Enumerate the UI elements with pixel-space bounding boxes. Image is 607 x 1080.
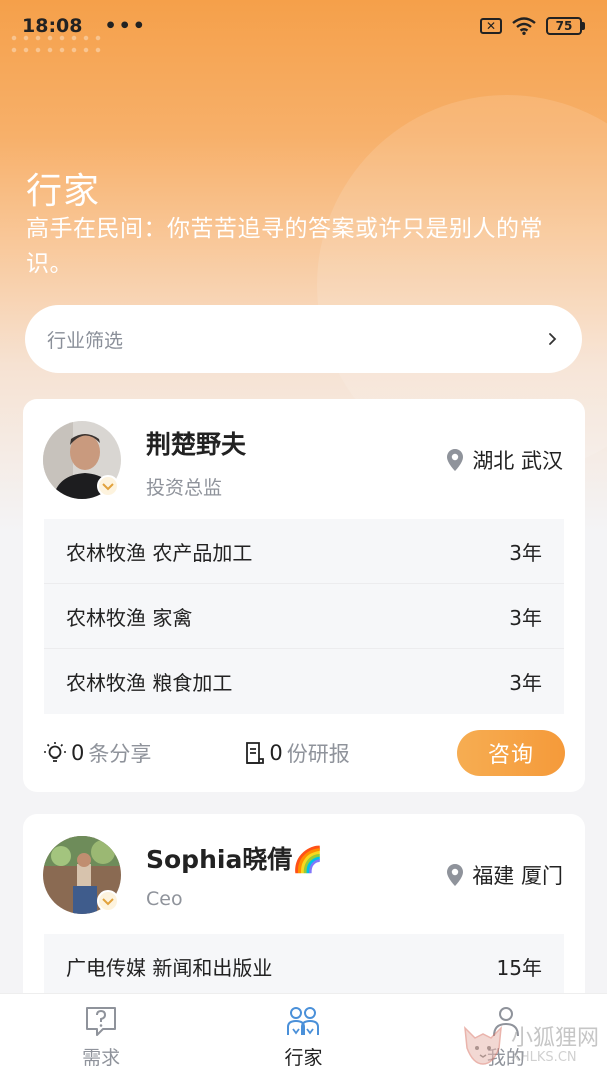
industry-list: 农林牧渔 农产品加工 3年 农林牧渔 家禽 3年 农林牧渔 粮食加工 3年: [44, 519, 564, 714]
shares-unit: 条分享: [88, 742, 152, 766]
industry-name: 广电传媒 新闻和出版业: [66, 956, 273, 980]
location-text: 湖北 武汉: [472, 449, 563, 473]
watermark-text: 小狐狸网: [510, 1025, 599, 1051]
industry-row: 农林牧渔 粮食加工 3年: [44, 649, 564, 714]
industry-row: 农林牧渔 农产品加工 3年: [44, 519, 564, 584]
industry-name: 农林牧渔 农产品加工: [66, 540, 253, 565]
location-pin-icon: [447, 864, 464, 886]
industry-name: 农林牧渔 粮食加工: [66, 671, 233, 695]
reports-stat[interactable]: 0 份研报: [243, 738, 350, 768]
watermark-sub: XHLKS.CN: [510, 1049, 577, 1065]
industry-name: 农林牧渔 家禽: [66, 605, 193, 630]
lightbulb-icon: [44, 742, 66, 762]
expert-role: 投资总监: [146, 477, 223, 499]
status-time: 18:08: [22, 15, 83, 37]
expert-role: Ceo: [146, 888, 183, 910]
status-more-icon: •••: [104, 15, 147, 37]
battery-icon: 75: [546, 17, 585, 35]
reports-count: 0: [269, 741, 283, 765]
watermark: 小狐狸网 XHLKS.CN: [461, 1024, 599, 1068]
verified-badge-icon: [97, 475, 119, 497]
industry-row: 农林牧渔 家禽 3年: [44, 584, 564, 649]
industry-years: 15年: [496, 956, 542, 980]
fox-logo-icon: [464, 1025, 502, 1065]
industry-row: 广电传媒 新闻和出版业 15年: [44, 934, 564, 999]
tab-label: 需求: [82, 1046, 121, 1069]
chevron-right-icon: [549, 333, 557, 345]
expert-name: Sophia晓倩🌈: [146, 845, 324, 874]
tab-demand[interactable]: 需求: [0, 994, 202, 1080]
tab-label: 行家: [284, 1046, 323, 1069]
industry-years: 3年: [509, 671, 542, 695]
industry-years: 3年: [509, 540, 542, 565]
expert-card[interactable]: 荆楚野夫 投资总监 湖北 武汉 农林牧渔 农产品加工 3年 农林牧渔 家禽 3年…: [23, 399, 585, 792]
page-subtitle: 高手在民间：你苦苦追寻的答案或许只是别人的常识。: [26, 216, 543, 277]
expert-card[interactable]: Sophia晓倩🌈 Ceo 福建 厦门 广电传媒 新闻和出版业 15年: [23, 814, 585, 1014]
expert-location: 福建 厦门: [446, 860, 563, 890]
card-footer: 0 条分享 0 份研报 咨询: [43, 729, 565, 777]
expert-location: 湖北 武汉: [446, 445, 563, 475]
no-sim-icon: ✕: [480, 18, 502, 34]
verified-badge-icon: [97, 890, 119, 912]
report-icon: [246, 742, 265, 764]
tab-experts[interactable]: 行家: [202, 994, 404, 1080]
industry-years: 3年: [509, 605, 542, 630]
industry-filter[interactable]: 行业筛选: [25, 305, 582, 373]
experts-icon: [287, 1006, 320, 1035]
shares-stat[interactable]: 0 条分享: [43, 738, 151, 768]
shares-count: 0: [71, 741, 85, 765]
industry-list: 广电传媒 新闻和出版业 15年: [44, 934, 564, 999]
location-pin-icon: [447, 449, 464, 471]
expert-name: 荆楚野夫: [146, 430, 247, 459]
filter-label: 行业筛选: [47, 329, 124, 352]
status-bar: 18:08 ••• ✕ 75: [0, 0, 607, 52]
reports-unit: 份研报: [286, 742, 350, 766]
consult-button[interactable]: 咨询: [457, 730, 565, 776]
wifi-icon: [512, 17, 536, 35]
question-icon: [86, 1006, 117, 1036]
location-text: 福建 厦门: [472, 864, 563, 888]
page-title: 行家: [26, 171, 101, 212]
